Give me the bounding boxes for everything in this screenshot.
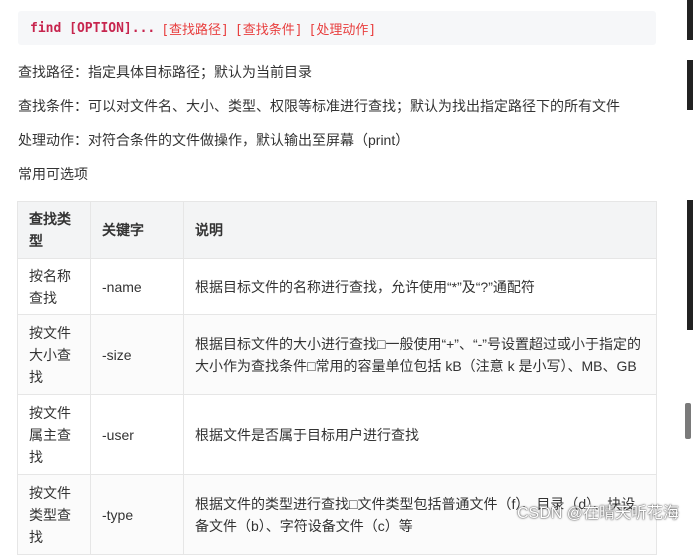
- cell-description: 根据文件是否属于目标用户进行查找: [183, 394, 657, 475]
- header-keyword: 关键字: [90, 201, 184, 259]
- cell-keyword: -user: [90, 394, 184, 475]
- cell-type: 按文件类型查找: [17, 474, 91, 555]
- cell-keyword: -name: [90, 258, 184, 315]
- paragraph-action: 处理动作：对符合条件的文件做操作，默认输出至屏幕（print）: [18, 132, 410, 148]
- cell-keyword: -size: [90, 314, 184, 395]
- paragraph-search-condition: 查找条件：可以对文件名、大小、类型、权限等标准进行查找；默认为找出指定路径下的所…: [18, 98, 620, 114]
- table-header-row: 查找类型 关键字 说明: [17, 201, 657, 259]
- cell-type: 按名称查找: [17, 258, 91, 315]
- code-option: [OPTION]...: [69, 20, 156, 36]
- paragraph-search-path: 查找路径：指定具体目标路径；默认为当前目录: [18, 64, 312, 80]
- code-arg-action: [处理动作]: [308, 22, 377, 38]
- scrollbar-thumb[interactable]: [685, 403, 691, 439]
- table-row: 按名称查找 -name 根据目标文件的名称进行查找，允许使用“*”及“?”通配符: [17, 258, 657, 315]
- watermark: CSDN @在晴天听花海: [516, 505, 679, 522]
- cell-description: 根据目标文件的名称进行查找，允许使用“*”及“?”通配符: [183, 258, 657, 315]
- cell-description: 根据目标文件的大小进行查找□一般使用“+”、“-”号设置超过或小于指定的大小作为…: [183, 314, 657, 395]
- paragraph-options-heading: 常用可选项: [18, 166, 88, 182]
- code-block: find [OPTION]... [查找路径] [查找条件] [处理动作]: [18, 11, 656, 45]
- table-row: 按文件属主查找 -user 根据文件是否属于目标用户进行查找: [17, 394, 657, 475]
- code-command: find: [30, 20, 62, 36]
- code-arg-condition: [查找条件]: [234, 22, 303, 38]
- table-row: 按文件大小查找 -size 根据目标文件的大小进行查找□一般使用“+”、“-”号…: [17, 314, 657, 395]
- header-description: 说明: [183, 201, 657, 259]
- code-arg-path: [查找路径]: [161, 22, 229, 38]
- scrollbar[interactable]: [683, 0, 693, 529]
- cell-type: 按文件属主查找: [17, 394, 91, 475]
- header-type: 查找类型: [17, 201, 91, 259]
- cell-keyword: -type: [90, 474, 184, 555]
- cell-type: 按文件大小查找: [17, 314, 91, 395]
